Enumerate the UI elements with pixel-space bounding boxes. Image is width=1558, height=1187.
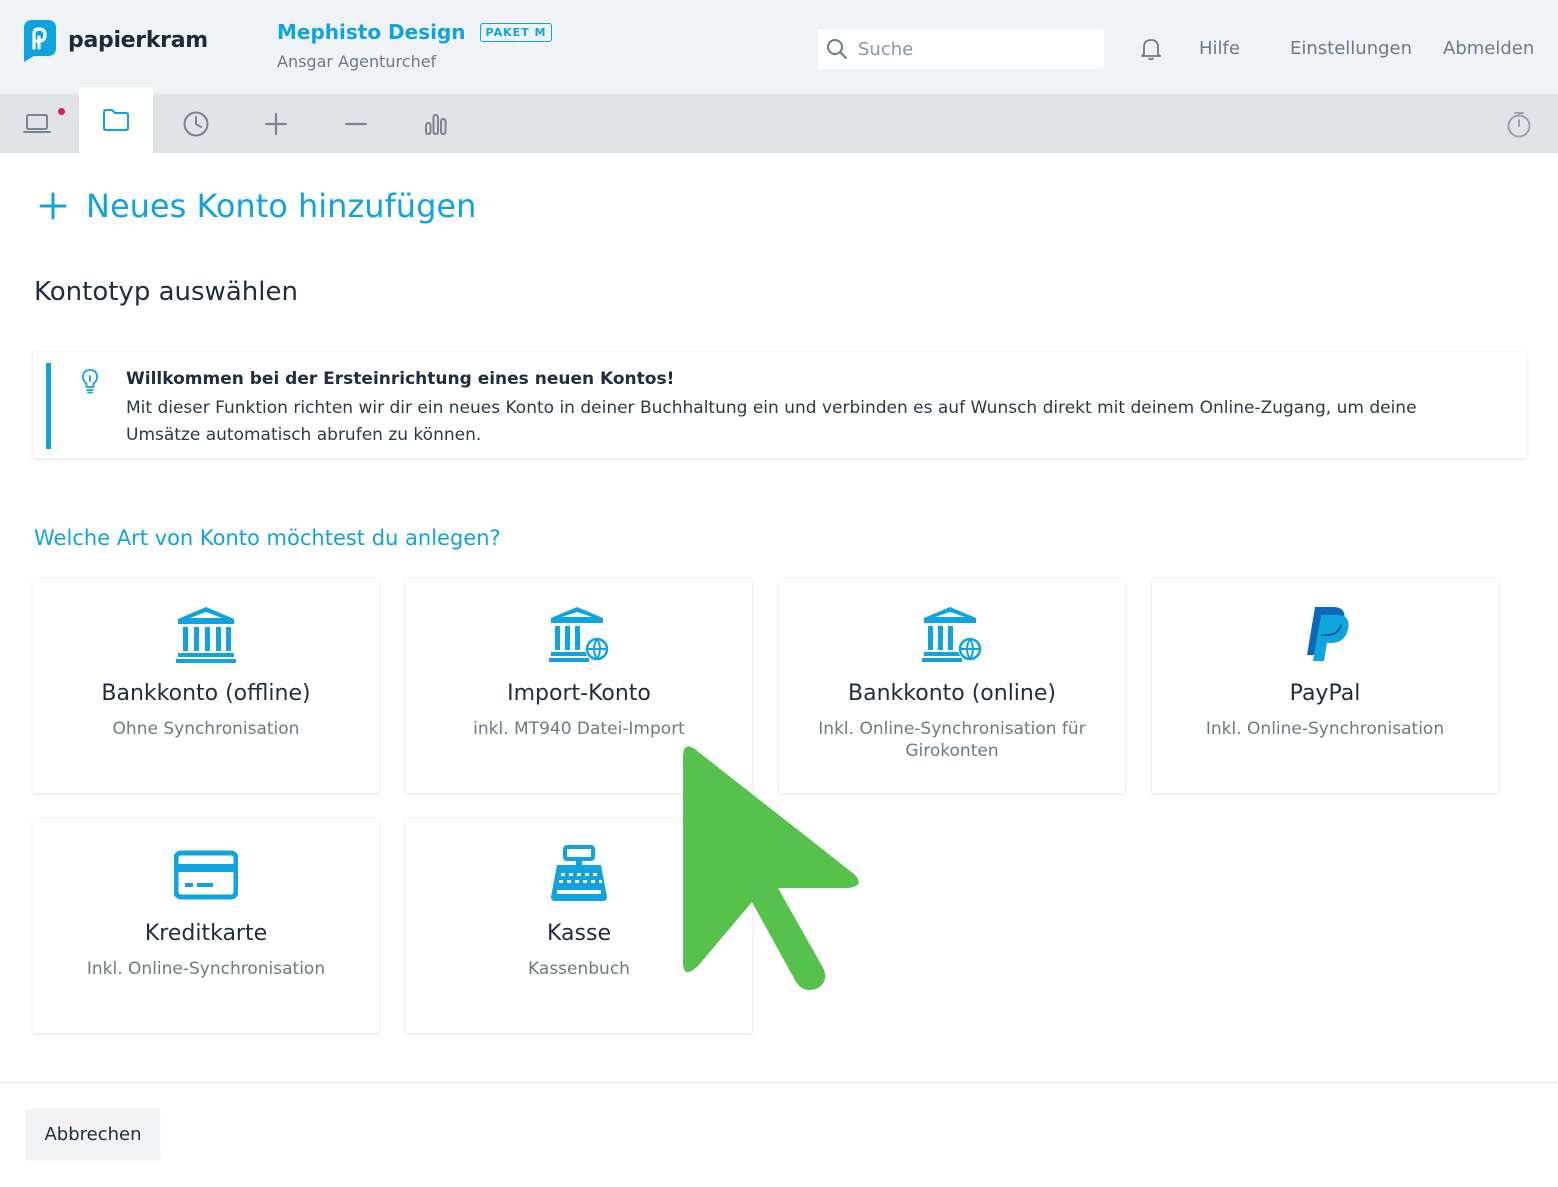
toolbar-income[interactable]: [239, 94, 313, 153]
search-icon: [827, 39, 847, 59]
page-title-text: Neues Konto hinzufügen: [86, 187, 477, 225]
clock-icon: [183, 111, 209, 136]
card-title: PayPal: [1289, 681, 1361, 706]
paypal-icon: [1307, 607, 1349, 661]
plus-icon: [264, 112, 288, 135]
toolbar-documents[interactable]: [79, 87, 153, 153]
plus-icon: [39, 192, 67, 220]
card-subtitle: Inkl. Online-Synchronisation: [1205, 719, 1445, 739]
folder-icon: [103, 109, 129, 131]
card-paypal[interactable]: PayPal Inkl. Online-Synchronisation: [1152, 579, 1498, 793]
company-switcher[interactable]: Mephisto Design PAKET M Ansgar Agenturch…: [277, 20, 553, 71]
card-title: Kreditkarte: [144, 921, 268, 946]
section-title: Kontotyp auswählen: [34, 277, 298, 307]
main-toolbar: [0, 87, 1558, 153]
footer-divider: [0, 1082, 1558, 1083]
bank-globe-icon: [549, 607, 609, 662]
info-text: Mit dieser Funktion richten wir dir ein …: [126, 398, 1417, 445]
card-title: Bankkonto (offline): [101, 681, 311, 706]
bell-icon[interactable]: [1140, 37, 1162, 61]
laptop-icon: [23, 113, 51, 133]
company-name[interactable]: Mephisto Design: [277, 20, 466, 44]
cancel-button[interactable]: Abbrechen: [26, 1109, 160, 1159]
logo[interactable]: papierkram: [18, 18, 208, 62]
search-box[interactable]: [818, 29, 1104, 69]
toolbar-time[interactable]: [159, 94, 233, 153]
top-header: papierkram Mephisto Design PAKET M Ansga…: [0, 0, 1558, 94]
logo-text: papierkram: [68, 27, 208, 53]
card-title: Bankkonto (online): [848, 681, 1056, 706]
credit-card-icon: [174, 850, 238, 900]
papierkram-logo-icon: [24, 20, 56, 62]
card-subtitle: Ohne Synchronisation: [112, 719, 300, 739]
bank-icon: [176, 607, 236, 663]
help-link[interactable]: Hilfe: [1199, 38, 1240, 59]
info-accent-bar: [46, 363, 51, 449]
lightbulb-icon: [82, 369, 98, 394]
info-title: Willkommen bei der Ersteinrichtung eines…: [126, 369, 675, 389]
toolbar-reports[interactable]: [399, 94, 473, 153]
page-title: Neues Konto hinzufügen: [38, 187, 476, 225]
card-title: Import-Konto: [507, 681, 651, 706]
toolbar-expenses[interactable]: [319, 94, 393, 153]
info-box: Willkommen bei der Ersteinrichtung eines…: [33, 352, 1526, 458]
plan-badge: PAKET M: [479, 22, 553, 42]
card-credit-card[interactable]: Kreditkarte Inkl. Online-Synchronisation: [33, 819, 379, 1033]
notification-dot: [58, 108, 65, 115]
card-bank-offline[interactable]: Bankkonto (offline) Ohne Synchronisation: [33, 579, 379, 793]
search-input[interactable]: [858, 38, 1098, 60]
toolbar-dashboard[interactable]: [0, 94, 74, 153]
logout-link[interactable]: Abmelden: [1443, 38, 1534, 59]
card-subtitle: Inkl. Online-Synchronisation: [86, 959, 326, 979]
minus-icon: [344, 122, 368, 125]
pointer-cursor-icon: [683, 746, 859, 990]
account-type-question: Welche Art von Konto möchtest du anlegen…: [34, 526, 501, 550]
stopwatch-icon: [1507, 111, 1531, 137]
toolbar-stopwatch[interactable]: [1482, 94, 1556, 153]
user-name: Ansgar Agenturchef: [277, 52, 437, 71]
cash-register-icon: [551, 845, 607, 901]
settings-link[interactable]: Einstellungen: [1290, 38, 1412, 59]
bar-chart-icon: [425, 113, 447, 135]
bank-globe-icon: [922, 607, 982, 662]
